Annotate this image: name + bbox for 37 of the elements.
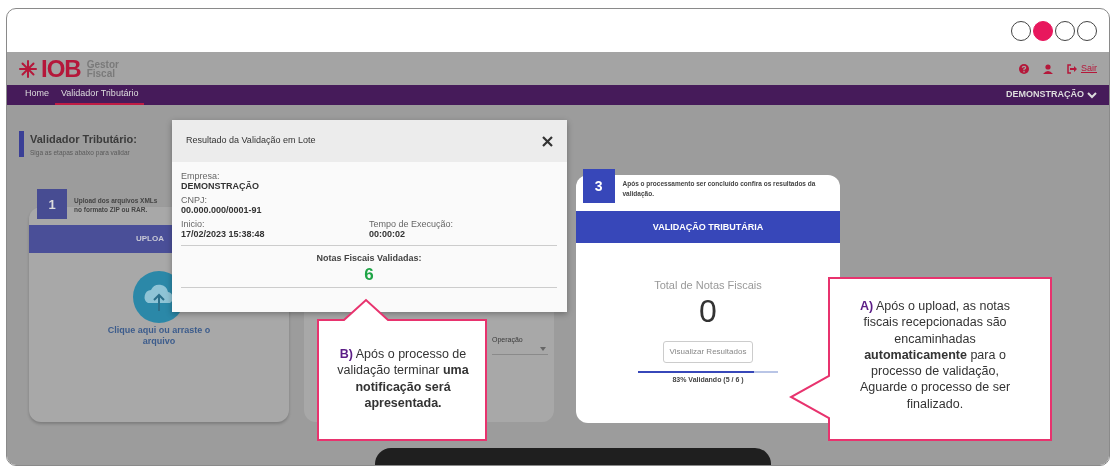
field-label: CNPJ: [181, 195, 208, 205]
close-icon[interactable] [542, 135, 553, 147]
result-label: Notas Fiscais Validadas: [315, 252, 423, 266]
total-value: 0 [699, 293, 717, 329]
dialog-title: Resultado da Validação em Lote [186, 134, 316, 148]
field-value: 00:00:02 [369, 228, 407, 240]
result-count: 6 [363, 265, 375, 285]
page-dot[interactable] [1033, 20, 1053, 41]
user-icon[interactable] [1043, 63, 1053, 74]
field-label: Empresa: [181, 172, 221, 181]
nav-tab[interactable]: Home [19, 85, 55, 105]
field-value: DEMONSTRAÇÃO [181, 181, 260, 192]
step-number: 3 [583, 169, 615, 204]
page-title: Validador Tributário: [30, 132, 137, 147]
nav-tab[interactable]: Validador Tributário [55, 85, 145, 105]
help-icon[interactable] [1019, 63, 1029, 74]
company-selector[interactable]: DEMONSTRAÇÃO [1006, 88, 1084, 102]
total-label: Total de Notas Fiscais [654, 278, 762, 294]
field-label: Tempo de Execução: [369, 219, 454, 229]
page-dot[interactable] [1011, 20, 1031, 41]
page-dot[interactable] [1055, 20, 1075, 41]
callout-text: B) Após o processo de validação terminar uma notificação será apresentada. [336, 346, 470, 411]
logout-link[interactable]: Sair [1081, 61, 1097, 76]
view-results-button[interactable]: Visualizar Resultados [662, 340, 754, 363]
dropdown-caret-icon[interactable] [540, 347, 546, 352]
page-dot[interactable] [1077, 20, 1097, 41]
callout-text: A) Após o upload, as notas fiscais recepcionadas são encaminhadas automaticamente para o processo de validação, Aguarde o processo de ser finalizado. [858, 298, 1012, 412]
step-number: 1 [37, 189, 67, 220]
field-value: 00.000.000/0001-91 [181, 204, 263, 216]
chevron-down-icon[interactable] [1087, 91, 1097, 99]
logout-icon[interactable] [1067, 63, 1077, 74]
dropzone-text[interactable]: Clique aqui ou arraste o arquivo [104, 325, 214, 347]
field-value: 17/02/2023 15:38:48 [181, 228, 266, 240]
logo-text: IOB [41, 56, 81, 81]
title-accent-bar [19, 131, 24, 157]
star-logo-icon [19, 59, 37, 78]
section-header: VALIDAÇÃO TRIBUTÁRIA [576, 211, 840, 244]
